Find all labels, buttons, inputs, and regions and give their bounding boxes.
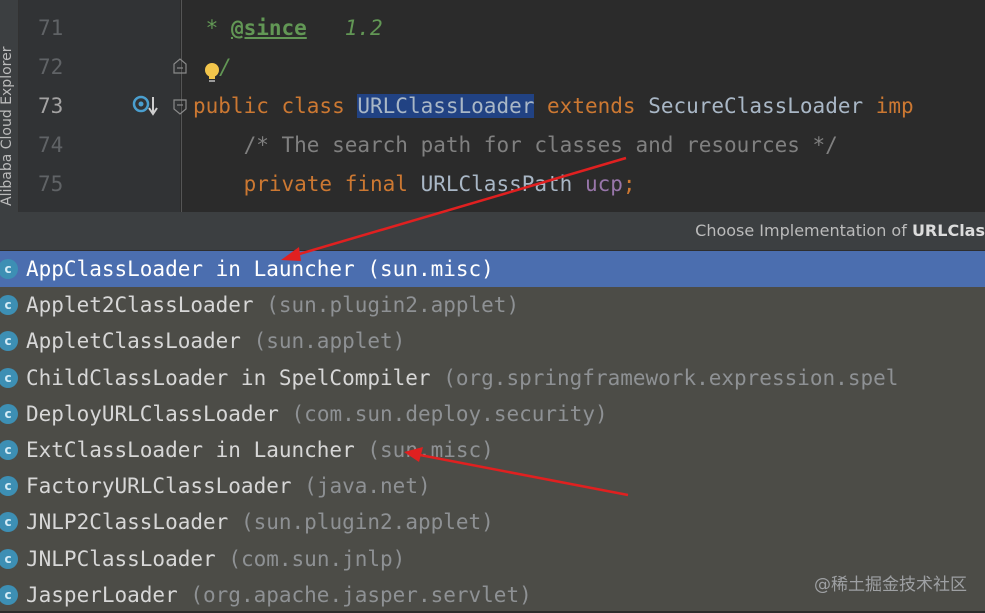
code-text: /* The search path for classes and resou… [243,133,838,157]
code-line-71: 71 * @since 1.2 [0,9,985,47]
code-text: public class URLClassLoader extends Secu… [193,94,914,118]
package-name: (com.sun.deploy.security) [291,401,608,426]
fold-icon[interactable] [173,99,187,115]
implementation-label: Applet2ClassLoader (sun.plugin2.applet) [26,287,519,323]
implementation-label: AppClassLoader in Launcher (sun.misc) [26,251,494,287]
implementation-label: JasperLoader (org.apache.jasper.servlet) [26,577,532,613]
class-icon: c [0,548,18,569]
implementation-item[interactable]: c DeployURLClassLoader (com.sun.deploy.se… [0,396,985,432]
class-icon: c [0,403,18,424]
choose-implementation-popup[interactable]: Choose Implementation of URLClas c AppCla… [0,212,985,611]
class-name: JasperLoader [26,582,178,607]
implementation-label: DeployURLClassLoader (com.sun.deploy.sec… [26,396,608,432]
implementation-label: JNLP2ClassLoader (sun.plugin2.applet) [26,504,494,540]
package-name: (sun.applet) [253,329,406,354]
code-line-75: 75 private final URLClassPath ucp; [0,165,985,203]
class-icon: c [0,367,18,388]
package-name: (sun.misc) [367,438,494,462]
fold-icon[interactable] [173,58,187,74]
implementation-label: JNLPClassLoader (com.sun.jnlp) [26,541,405,577]
class-name: JNLP2ClassLoader [26,510,229,535]
code-editor[interactable]: Alibaba Cloud Explorer 71 * @since 1.2 7… [0,0,985,212]
implemented-by-icon[interactable] [132,95,158,121]
implementation-item[interactable]: c AppletClassLoader (sun.applet) [0,323,985,359]
watermark: @稀土掘金技术社区 [814,575,967,595]
class-icon: c [0,259,18,279]
class-name: Applet2ClassLoader [26,293,254,318]
lightbulb-icon[interactable] [203,62,221,88]
line-number: 72 [38,55,64,79]
class-name: AppClassLoader in Launcher [26,257,355,281]
line-number: 74 [38,133,64,157]
package-name: (sun.plugin2.applet) [266,293,520,318]
implementation-item[interactable]: c Applet2ClassLoader (sun.plugin2.applet) [0,287,985,323]
implementation-item[interactable]: c AppClassLoader in Launcher (sun.misc) [0,251,985,287]
line-number: 75 [38,172,64,196]
implementation-label: ChildClassLoader in SpelCompiler (org.sp… [26,360,898,396]
class-name: ChildClassLoader in SpelCompiler [26,365,431,390]
selected-class-name: URLClassLoader [357,94,535,118]
popup-header: Choose Implementation of URLClas [0,212,985,251]
package-name: (org.springframework.expression.spel [443,365,899,390]
package-name: (org.apache.jasper.servlet) [190,582,532,607]
implementation-label: ExtClassLoader in Launcher (sun.misc) [26,432,494,468]
implementation-item[interactable]: c JNLP2ClassLoader (sun.plugin2.applet) [0,504,985,540]
class-icon: c [0,584,18,605]
package-name: (sun.misc) [367,257,494,281]
package-name: (sun.plugin2.applet) [240,510,494,535]
implementation-item[interactable]: c FactoryURLClassLoader (java.net) [0,468,985,504]
class-icon: c [0,440,18,460]
class-name: ExtClassLoader in Launcher [26,438,355,462]
class-icon: c [0,476,18,497]
implementation-label: AppletClassLoader (sun.applet) [26,323,405,359]
code-text: * @since 1.2 [193,16,383,40]
class-name: FactoryURLClassLoader [26,474,292,499]
implementation-item[interactable]: c ChildClassLoader in SpelCompiler (org.s… [0,360,985,396]
code-line-74: 74 /* The search path for classes and re… [0,126,985,164]
class-name: DeployURLClassLoader [26,401,279,426]
implementation-item[interactable]: c ExtClassLoader in Launcher (sun.misc) [0,432,985,468]
implementation-label: FactoryURLClassLoader (java.net) [26,468,431,504]
code-line-72: 72 / [0,48,985,86]
code-text: private final URLClassPath ucp; [243,172,636,196]
class-icon: c [0,295,18,316]
class-icon: c [0,331,18,352]
class-icon: c [0,512,18,533]
popup-title: Choose Implementation of URLClas [695,221,985,240]
package-name: (com.sun.jnlp) [228,546,406,571]
package-name: (java.net) [304,474,431,499]
class-name: JNLPClassLoader [26,546,216,571]
line-number: 71 [38,16,64,40]
class-name: AppletClassLoader [26,329,241,354]
line-number: 73 [38,94,64,118]
